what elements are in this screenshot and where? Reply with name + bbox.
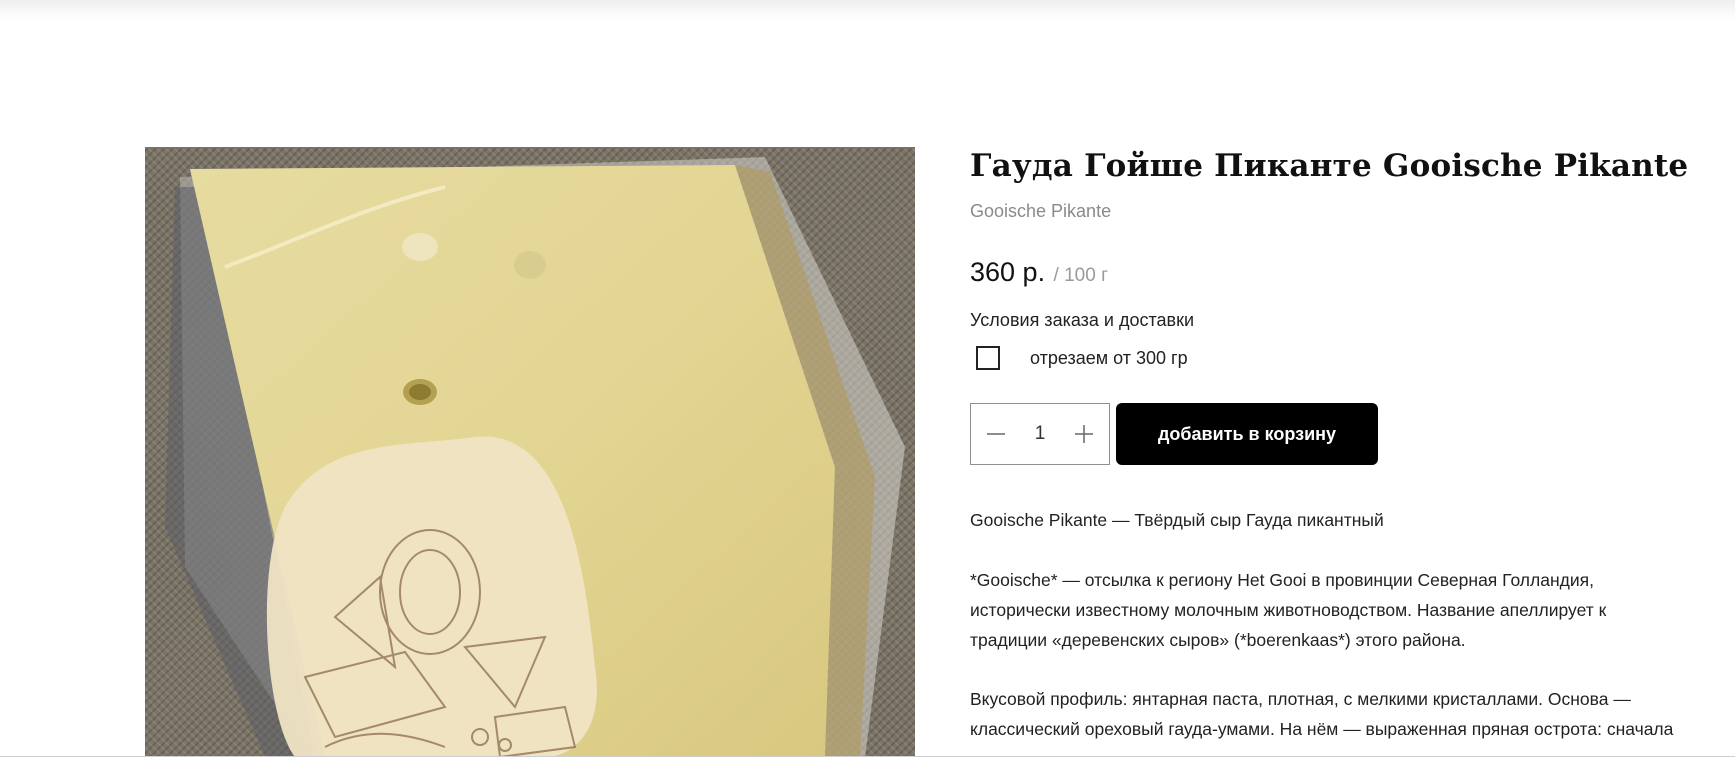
cut-option-label: отрезаем от 300 гр [1030,347,1188,368]
quantity-input[interactable] [1018,422,1062,446]
description-origin: *Gooische* — отсылка к региону Het Gooi … [970,565,1730,655]
product-image[interactable] [145,147,915,757]
cheese-hole [402,233,438,261]
price-value: 360 р. [970,257,1046,287]
description-line: исторически известному молочным животнов… [970,600,1607,620]
price-unit: / 100 г [1053,265,1108,286]
description-intro: Gooische Pikante — Твёрдый сыр Гауда пик… [970,510,1384,530]
price-block: 360 р. / 100 г [970,257,1108,288]
increase-button[interactable] [1071,421,1097,447]
delivery-conditions-link[interactable]: Условия заказа и доставки [970,310,1194,331]
quantity-stepper [970,403,1110,465]
description-line: Вкусовой профиль: янтарная паста, плотна… [970,689,1631,709]
cheese-hole [514,251,546,279]
cheese-photo [165,157,905,757]
plus-icon [1075,425,1093,443]
header-shadow [0,0,1735,22]
add-to-cart-button[interactable]: добавить в корзину [1116,403,1378,465]
product-title: Гауда Гойше Пиканте Gooische Pikante [970,148,1689,184]
description-taste: Вкусовой профиль: янтарная паста, плотна… [970,684,1730,744]
product-subtitle: Gooische Pikante [970,201,1112,221]
decrease-button[interactable] [983,421,1009,447]
description-line: традиции «деревенских сыров» (*boerenkaa… [970,630,1466,650]
cheese-hole-inner [409,384,431,400]
cut-option-checkbox[interactable] [976,346,1000,370]
minus-icon [987,433,1005,435]
description-line: *Gooische* — отсылка к региону Het Gooi … [970,570,1594,590]
description-line: классический ореховый гауда-умами. На нё… [970,719,1674,739]
cut-option[interactable]: отрезаем от 300 гр [976,346,1188,370]
